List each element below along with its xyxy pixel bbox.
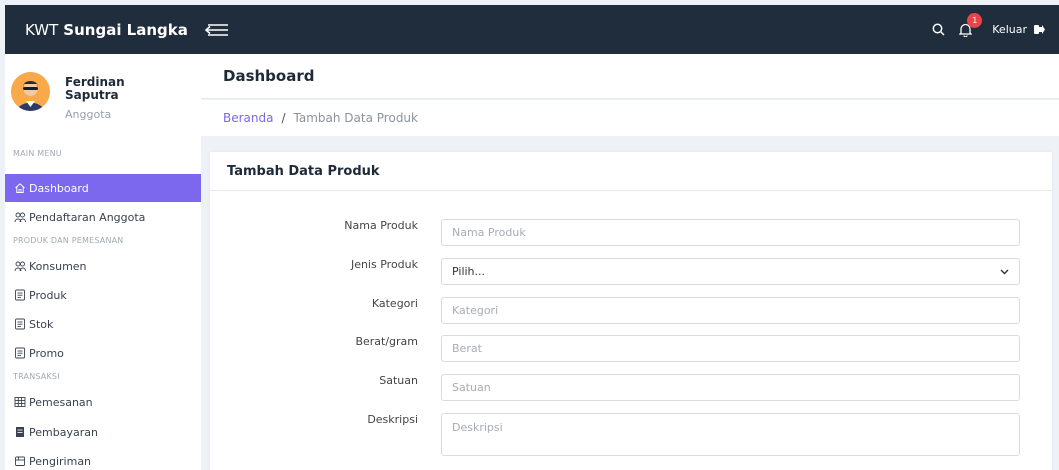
logout-label: Keluar xyxy=(992,23,1027,36)
satuan-input[interactable] xyxy=(441,374,1020,401)
berat-input[interactable] xyxy=(441,335,1020,362)
sidebar-item-stok[interactable]: Stok xyxy=(5,310,201,338)
users-icon xyxy=(13,211,26,224)
sidebar-item-label: Konsumen xyxy=(29,259,87,273)
sidebar-item-dashboard[interactable]: Dashboard xyxy=(5,174,201,202)
breadcrumb: Beranda / Tambah Data Produk xyxy=(201,100,1059,136)
sidebar-item-konsumen[interactable]: Konsumen xyxy=(5,252,201,280)
chevron-down-icon xyxy=(1000,269,1009,274)
logout-icon xyxy=(1034,25,1045,34)
add-product-card: Tambah Data Produk Nama Produk Jenis Pro… xyxy=(210,152,1052,470)
breadcrumb-home-link[interactable]: Beranda xyxy=(223,111,273,125)
satuan-label: Satuan xyxy=(379,374,418,387)
card-title: Tambah Data Produk xyxy=(210,152,1052,191)
sidebar-item-label: Pengiriman xyxy=(29,454,92,468)
sidebar-item-produk[interactable]: Produk xyxy=(5,281,201,309)
sidebar-item-promo[interactable]: Promo xyxy=(5,339,201,367)
deskripsi-textarea[interactable] xyxy=(441,413,1020,456)
sidebar-item-label: Promo xyxy=(29,346,64,360)
app-brand[interactable]: KWT Sungai Langka xyxy=(5,21,188,39)
search-icon[interactable] xyxy=(932,23,945,36)
kategori-input[interactable] xyxy=(441,297,1020,324)
nama-produk-label: Nama Produk xyxy=(344,219,418,232)
table-icon xyxy=(13,396,26,409)
jenis-produk-label: Jenis Produk xyxy=(350,258,418,271)
breadcrumb-separator: / xyxy=(281,111,286,125)
home-icon xyxy=(13,182,26,195)
kategori-label: Kategori xyxy=(371,297,418,310)
brand-prefix: KWT xyxy=(25,20,59,39)
deskripsi-label: Deskripsi xyxy=(367,413,418,426)
breadcrumb-current: Tambah Data Produk xyxy=(293,111,418,125)
user-profile: Ferdinan Saputra Anggota xyxy=(5,54,201,136)
sidebar-item-pengiriman[interactable]: Pengiriman xyxy=(5,447,201,470)
jenis-produk-selected: Pilih... xyxy=(452,265,486,278)
list-icon xyxy=(13,289,26,302)
user-name: Ferdinan Saputra xyxy=(65,75,125,102)
sidebar-item-label: Dashboard xyxy=(29,181,89,195)
notification-button[interactable]: 1 xyxy=(959,12,983,37)
box-icon xyxy=(13,455,26,468)
jenis-produk-select[interactable]: Pilih... xyxy=(441,258,1020,285)
users-icon xyxy=(13,260,26,273)
sidebar-toggle-icon[interactable] xyxy=(204,22,230,38)
sidebar-item-pembayaran[interactable]: Pembayaran xyxy=(5,418,201,446)
page-title: Dashboard xyxy=(201,54,1059,99)
sidebar: Ferdinan Saputra Anggota MAIN MENU Dashb… xyxy=(5,54,201,470)
section-transaksi: TRANSAKSI xyxy=(13,372,60,381)
section-produk-pemesanan: PRODUK DAN PEMESANAN xyxy=(13,236,124,245)
list-icon xyxy=(13,347,26,360)
sidebar-item-label: Produk xyxy=(29,288,67,302)
sidebar-item-pendaftaran-anggota[interactable]: Pendaftaran Anggota xyxy=(5,203,201,231)
top-navbar: KWT Sungai Langka 1 Keluar xyxy=(5,5,1059,54)
logout-button[interactable]: Keluar xyxy=(992,23,1045,36)
nama-produk-input[interactable] xyxy=(441,219,1020,246)
sidebar-item-label: Pendaftaran Anggota xyxy=(29,210,146,224)
sidebar-item-label: Stok xyxy=(29,317,54,331)
sidebar-item-label: Pembayaran xyxy=(29,425,98,439)
avatar xyxy=(11,72,50,111)
berat-label: Berat/gram xyxy=(355,335,418,348)
sidebar-item-label: Pemesanan xyxy=(29,395,93,409)
section-main-menu: MAIN MENU xyxy=(13,149,62,158)
brand-name: Sungai Langka xyxy=(63,20,188,39)
sidebar-item-pemesanan[interactable]: Pemesanan xyxy=(5,388,201,416)
notification-badge: 1 xyxy=(967,12,983,28)
user-role: Anggota xyxy=(65,108,112,121)
list-icon xyxy=(13,318,26,331)
receipt-icon xyxy=(13,426,26,439)
